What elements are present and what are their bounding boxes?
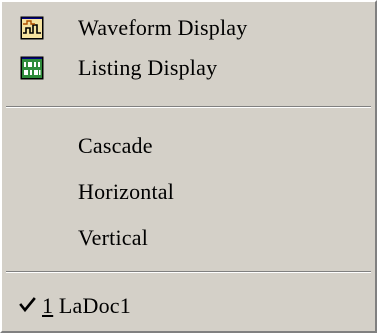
menu-item-label: Horizontal [78, 179, 175, 204]
menu-item-label: Waveform Display [78, 15, 248, 40]
checkmark-icon [18, 295, 38, 315]
menu-item-label: Listing Display [78, 55, 218, 80]
window-name: LaDoc1 [53, 293, 131, 318]
menu-item-label: Cascade [78, 133, 153, 158]
menu-item-horizontal[interactable]: Horizontal [6, 172, 371, 212]
listing-icon [20, 56, 44, 80]
menu-item-window-ladoc1[interactable]: 1 LaDoc1 [6, 286, 371, 326]
menu-separator [6, 271, 371, 273]
accelerator-key: 1 [42, 293, 54, 318]
menu-separator [6, 106, 371, 108]
waveform-icon [20, 16, 44, 40]
window-menu: Waveform Display Listing Display Cascade… [0, 0, 377, 333]
menu-item-waveform-display[interactable]: Waveform Display [6, 8, 371, 48]
window-entry-label: 1 LaDoc1 [42, 293, 131, 319]
menu-item-vertical[interactable]: Vertical [6, 218, 371, 258]
menu-item-cascade[interactable]: Cascade [6, 126, 371, 166]
menu-item-listing-display[interactable]: Listing Display [6, 48, 371, 88]
menu-item-label: Vertical [78, 225, 149, 250]
